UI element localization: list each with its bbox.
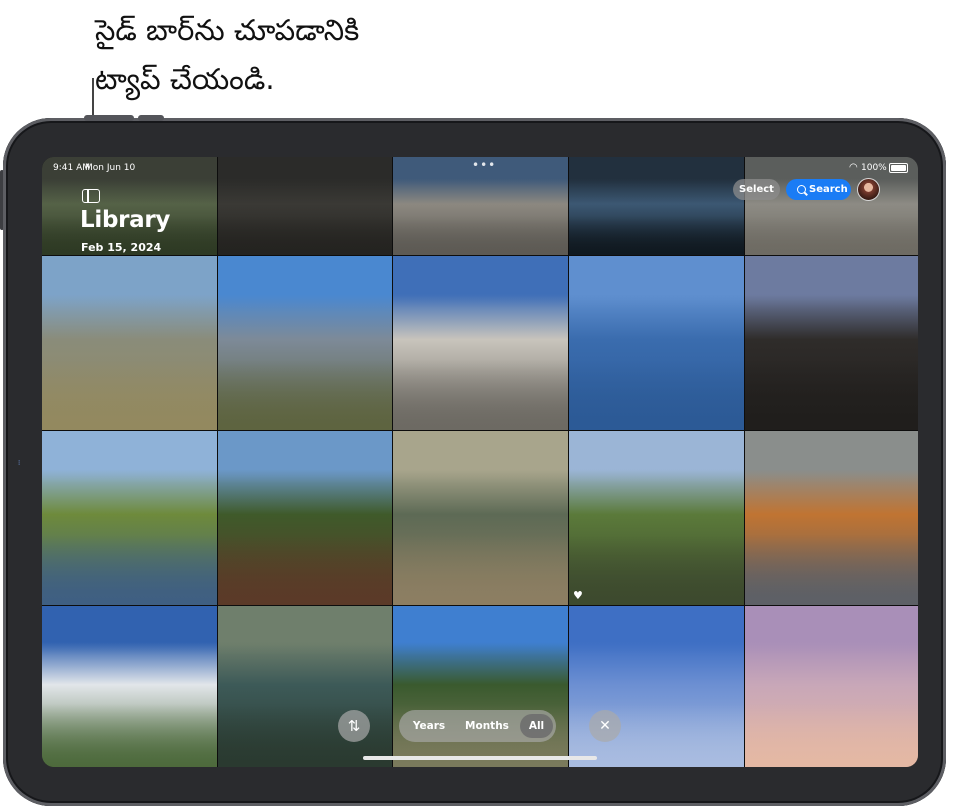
photo-ground <box>42 535 217 605</box>
photo-sky <box>42 606 217 656</box>
callout-annotation: సైడ్ బార్‌ను చూపడానికి ట్యాప్ చేయండి. <box>95 6 455 104</box>
view-years-button[interactable]: Years <box>407 710 451 742</box>
photo-ground <box>745 535 918 605</box>
photo-ground <box>218 215 392 255</box>
photo-ground <box>393 535 568 605</box>
photo-thumbnail-orange-lichen[interactable] <box>745 431 918 605</box>
photo-thumbnail-lake-sand[interactable] <box>42 256 217 430</box>
battery-percent: 100% <box>861 163 887 173</box>
page-title: Library <box>80 207 171 233</box>
photo-ground <box>42 704 217 767</box>
avatar[interactable] <box>857 178 880 201</box>
photo-thumbnail-river-wildflowers[interactable] <box>569 431 744 605</box>
battery-icon <box>889 163 908 173</box>
photo-sky <box>218 606 392 656</box>
photo-thumbnail-pink-flower[interactable] <box>569 606 744 767</box>
photo-thumbnail-clouds-sky[interactable] <box>42 606 217 767</box>
search-button-label: Search <box>809 184 848 195</box>
library-date: Feb 15, 2024 <box>81 241 162 254</box>
ipad-screen: 9:41 AM Mon Jun 10 ••• ◠ 100% Library Fe… <box>42 157 918 767</box>
photo-sky <box>569 256 744 309</box>
sort-icon: ⇅ <box>347 717 361 735</box>
status-bar: 9:41 AM Mon Jun 10 ••• ◠ 100% <box>42 157 918 179</box>
sort-button[interactable]: ⇅ <box>338 710 370 742</box>
photo-ground <box>745 215 918 255</box>
close-icon: ✕ <box>599 718 611 734</box>
photo-ground <box>569 535 744 605</box>
photo-sky <box>745 431 918 484</box>
photo-thumbnail-meadow-stream[interactable] <box>42 431 217 605</box>
home-indicator[interactable] <box>363 756 597 760</box>
photo-ground <box>569 360 744 430</box>
search-button[interactable]: Search <box>786 179 851 200</box>
view-all-button[interactable]: All <box>520 714 553 738</box>
callout-line-1: సైడ్ బార్‌ను చూపడానికి <box>95 13 360 47</box>
photo-ground <box>393 215 568 255</box>
photo-thumbnail-water-reflection[interactable] <box>569 256 744 430</box>
photo-thumbnail-clear-creek[interactable] <box>218 606 392 767</box>
photo-ground <box>218 360 392 430</box>
photo-sky <box>745 256 918 309</box>
photo-grid <box>42 157 918 767</box>
ipad-top-button <box>84 115 134 121</box>
photo-thumbnail-volcanic-rock[interactable] <box>745 256 918 430</box>
photo-sky <box>393 606 568 656</box>
view-months-button[interactable]: Months <box>461 710 513 742</box>
photo-sky <box>218 256 392 309</box>
photo-thumbnail-pine-forest[interactable] <box>393 606 568 767</box>
frame-marker: ⁞ <box>18 459 21 467</box>
more-icon[interactable]: ••• <box>472 158 496 172</box>
photo-sky <box>42 256 217 309</box>
heart-icon: ♥ <box>573 589 583 602</box>
photo-sky <box>393 431 568 484</box>
photo-sky <box>745 606 918 656</box>
sidebar-icon[interactable] <box>82 189 100 203</box>
photo-thumbnail-hot-spring[interactable] <box>393 431 568 605</box>
photo-thumbnail-canyon-creek[interactable] <box>218 256 392 430</box>
photo-sky <box>569 431 744 484</box>
photo-sky <box>393 256 568 309</box>
ipad-top-button-2 <box>138 115 164 121</box>
photo-sky <box>569 606 744 656</box>
status-date: Mon Jun 10 <box>85 163 136 173</box>
select-button[interactable]: Select <box>733 179 780 200</box>
photo-thumbnail-juniper-tree[interactable] <box>218 431 392 605</box>
search-icon <box>797 185 806 194</box>
photo-sky <box>42 431 217 484</box>
photo-ground <box>569 215 744 255</box>
photo-ground <box>745 704 918 767</box>
close-button[interactable]: ✕ <box>589 710 621 742</box>
photo-thumbnail-tufa-columns[interactable] <box>393 256 568 430</box>
photo-sky <box>218 431 392 484</box>
photo-ground <box>42 360 217 430</box>
photo-ground <box>393 360 568 430</box>
photo-ground <box>218 535 392 605</box>
view-switcher: Years Months All <box>399 710 556 742</box>
callout-line-2: ట్యాప్ చేయండి. <box>95 62 275 96</box>
wifi-icon: ◠ <box>849 162 858 173</box>
photo-ground <box>745 360 918 430</box>
photo-thumbnail-purple-flower[interactable] <box>745 606 918 767</box>
